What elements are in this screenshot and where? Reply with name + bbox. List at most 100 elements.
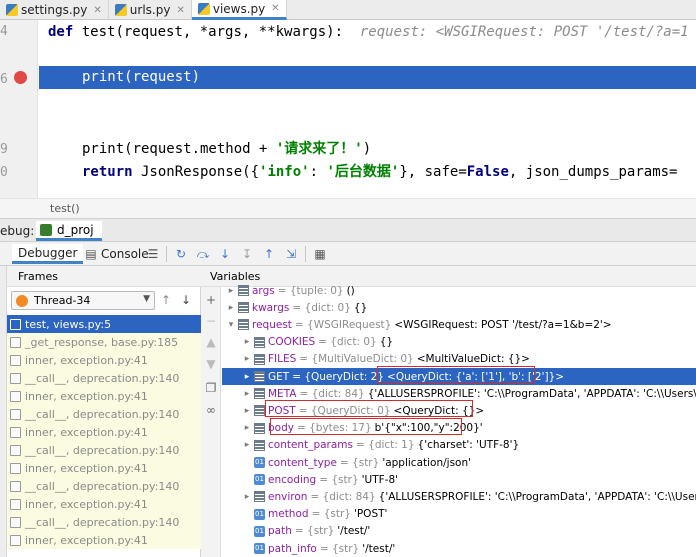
frame-item[interactable]: __call__, deprecation.py:140 <box>7 441 201 459</box>
frame-label: __call__, deprecation.py:140 <box>25 407 180 421</box>
variable-row-args[interactable]: ▸ args = {tuple: 0}() <box>222 282 696 299</box>
variable-row-environ[interactable]: ▸ environ = {dict: 84} {'ALLUSERSPROFILE': … <box>222 488 696 505</box>
frame-icon <box>10 426 21 438</box>
expand-toggle-icon[interactable]: ▸ <box>242 440 252 450</box>
tab-console[interactable]: ▤ Console <box>84 244 148 264</box>
variable-value: '/test/' <box>362 542 396 555</box>
frame-item[interactable]: test, views.py:5 <box>7 315 201 333</box>
debug-tool-window-header: ebug: d_proj <box>0 218 696 242</box>
code-line-print-request: print(request) <box>82 69 201 85</box>
close-icon[interactable]: ✕ <box>176 5 184 16</box>
expand-toggle-icon[interactable]: ▸ <box>242 406 252 416</box>
tab-debugger[interactable]: Debugger <box>12 244 84 264</box>
toolbar-divider <box>166 246 167 262</box>
expand-toggle-icon[interactable]: ▸ <box>226 286 236 296</box>
object-value-icon <box>254 353 265 365</box>
breadcrumb[interactable]: test() <box>0 198 696 218</box>
primitive-value-icon: 01 <box>254 508 265 520</box>
variable-value: '/test/' <box>337 525 371 538</box>
frames-header: Frames <box>7 266 201 287</box>
frame-item[interactable]: inner, exception.py:41 <box>7 531 201 549</box>
close-icon[interactable]: ✕ <box>93 5 101 16</box>
tab-label: Debugger <box>18 245 78 260</box>
close-icon[interactable]: ✕ <box>271 3 279 14</box>
thread-selector[interactable]: Thread-34 ▼ <box>11 291 155 310</box>
line-gutter[interactable]: 4 6 9 0 <box>0 20 38 198</box>
breadcrumb-function[interactable]: test() <box>50 202 80 215</box>
code-text: test(request, *args, **kwargs): <box>73 24 344 40</box>
expand-toggle-icon[interactable]: ▸ <box>242 389 252 399</box>
variable-value: {} <box>353 301 368 314</box>
move-up-icon[interactable]: ▲ <box>204 335 218 349</box>
variable-name: kwargs <box>252 301 290 314</box>
code-string: '后台数据' <box>326 164 400 180</box>
expand-toggle-icon[interactable]: ▸ <box>242 492 252 502</box>
frame-item[interactable]: __call__, deprecation.py:140 <box>7 513 201 531</box>
frame-icon <box>10 336 21 348</box>
variable-row-path-info[interactable]: 01 path_info = {str} '/test/' <box>222 540 696 557</box>
show-execution-point-icon[interactable]: ↻ <box>174 247 188 261</box>
previous-frame-icon[interactable]: ↑ <box>161 293 171 307</box>
frame-label: __call__, deprecation.py:140 <box>25 443 180 457</box>
frame-item[interactable]: inner, exception.py:41 <box>7 351 201 369</box>
variable-row-kwargs[interactable]: ▸ kwargs = {dict: 0}{} <box>222 299 696 316</box>
show-all-icon[interactable]: ☰ <box>146 247 160 261</box>
breakpoint-icon[interactable] <box>14 71 27 84</box>
watches-glasses-icon[interactable]: ∞ <box>204 403 218 417</box>
variable-name: method <box>268 508 309 521</box>
copy-watch-icon[interactable]: ❐ <box>204 381 218 395</box>
frame-item[interactable]: __call__, deprecation.py:140 <box>7 477 201 495</box>
frame-item[interactable]: inner, exception.py:41 <box>7 423 201 441</box>
tab-urls[interactable]: urls.py ✕ <box>109 0 192 20</box>
line-number: 6 <box>0 72 8 87</box>
code-text: }, safe= <box>399 164 467 180</box>
variable-value: <MultiValueDict: {}> <box>416 353 530 366</box>
variable-row-content-params[interactable]: ▸ content_params = {dict: 1} {'charset': 'U… <box>222 437 696 454</box>
frame-item[interactable]: inner, exception.py:41 <box>7 387 201 405</box>
run-to-cursor-icon[interactable]: ⇲ <box>284 247 298 261</box>
frame-label: inner, exception.py:41 <box>25 425 148 439</box>
step-over-icon[interactable]: ⤼ <box>196 247 210 261</box>
evaluate-expression-icon[interactable]: ▦ <box>313 247 327 261</box>
python-file-icon <box>6 4 18 16</box>
expand-toggle-icon[interactable]: ▸ <box>226 303 236 313</box>
move-down-icon[interactable]: ▼ <box>204 357 218 371</box>
expand-toggle-icon[interactable]: ▸ <box>242 337 252 347</box>
variable-row-cookies[interactable]: ▸ COOKIES = {dict: 0}{} <box>222 334 696 351</box>
primitive-value-icon: 01 <box>254 474 265 486</box>
tab-label: settings.py <box>21 3 88 17</box>
code-editor[interactable]: 4 6 9 0 def test(request, *args, **kwarg… <box>0 20 696 198</box>
step-out-icon[interactable]: ↑ <box>262 247 276 261</box>
remove-watch-icon[interactable]: − <box>204 314 218 328</box>
frame-item[interactable]: inner, exception.py:41 <box>7 495 201 513</box>
annotation-box-get <box>377 366 535 383</box>
frame-item[interactable]: inner, exception.py:41 <box>7 459 201 477</box>
tab-views[interactable]: views.py ✕ <box>191 0 287 20</box>
frame-item[interactable]: __call__, deprecation.py:140 <box>7 405 201 423</box>
expand-toggle-icon[interactable]: ▸ <box>242 372 252 382</box>
frame-item[interactable]: __call__, deprecation.py:140 <box>7 369 201 387</box>
tab-settings[interactable]: settings.py ✕ <box>0 0 109 20</box>
line-number: 4 <box>0 24 8 39</box>
expand-toggle-icon[interactable]: ▸ <box>242 354 252 364</box>
variable-name: GET <box>268 370 290 383</box>
variable-row-request[interactable]: ▾ request = {WSGIRequest} <WSGIRequest: POS… <box>222 316 696 333</box>
variable-value: 'POST' <box>353 508 388 521</box>
frame-icon <box>10 462 21 474</box>
frame-item[interactable]: _get_response, base.py:185 <box>7 333 201 351</box>
debug-session-tab[interactable]: d_proj <box>36 221 102 241</box>
variable-type: = {str} <box>339 456 380 469</box>
next-frame-icon[interactable]: ↓ <box>181 293 191 307</box>
step-into-my-code-icon[interactable]: ↧ <box>240 247 254 261</box>
variable-row-encoding[interactable]: 01 encoding = {str} 'UTF-8' <box>222 471 696 488</box>
variable-row-content-type[interactable]: 01 content_type = {str}'application/json' <box>222 454 696 471</box>
variable-type: = {str} <box>311 508 351 521</box>
new-watch-icon[interactable]: + <box>204 293 218 307</box>
variable-row-method[interactable]: 01 method = {str} 'POST' <box>222 506 696 523</box>
variable-row-path[interactable]: 01 path = {str} '/test/' <box>222 523 696 540</box>
expand-toggle-icon[interactable]: ▾ <box>226 320 236 330</box>
step-into-icon[interactable]: ↓ <box>218 247 232 261</box>
expand-toggle-icon[interactable]: ▸ <box>242 423 252 433</box>
annotation-box-post <box>265 400 473 417</box>
code-string: 'info' <box>259 164 310 180</box>
